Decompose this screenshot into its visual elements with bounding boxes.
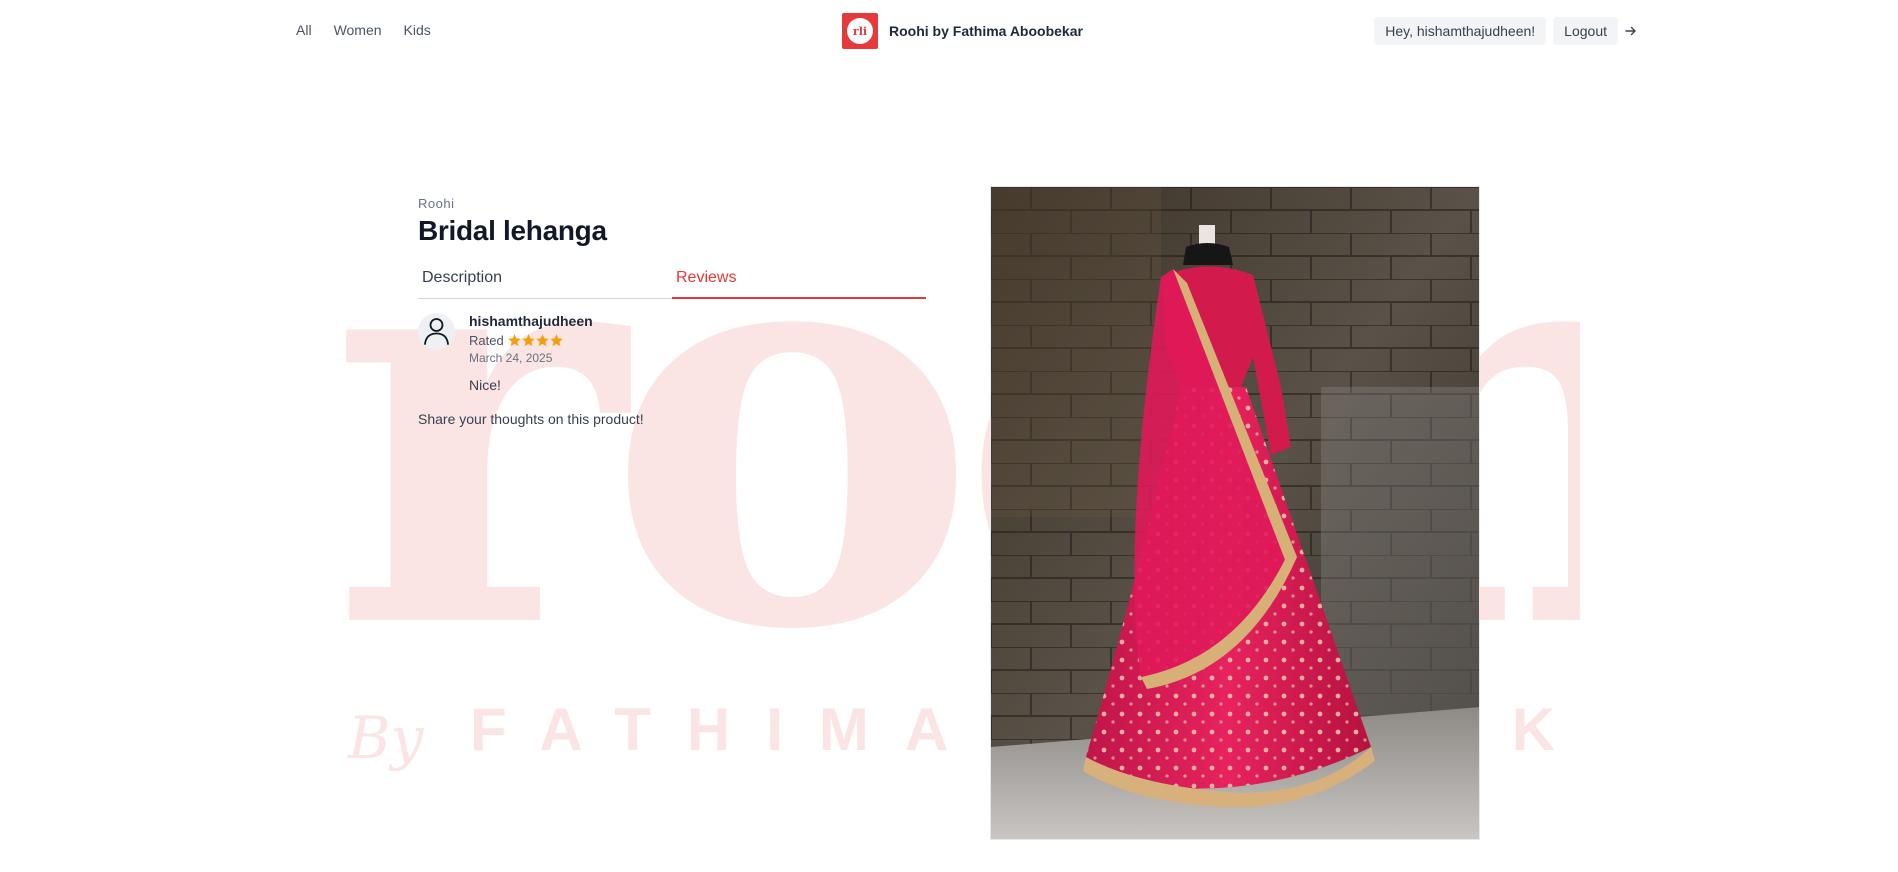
star-icon <box>521 334 535 347</box>
brand-name: Roohi by Fathima Aboobekar <box>889 23 1083 39</box>
user-greeting[interactable]: Hey, hishamthajudheen! <box>1374 17 1547 45</box>
review-author: hishamthajudheen <box>469 313 593 329</box>
brand-logo-mark: rli <box>847 18 873 44</box>
product-photo <box>991 187 1479 839</box>
product-page: roohi By FATHIMA ABOOBEKAR All Women Kid… <box>0 0 1898 872</box>
top-navigation-bar: All Women Kids rli Roohi by Fathima Aboo… <box>0 0 1898 62</box>
review-body: hishamthajudheen Rated March 24, 2025 Ni… <box>469 313 593 393</box>
star-icon <box>535 334 549 347</box>
nav-link-all[interactable]: All <box>296 22 312 38</box>
avatar <box>418 313 455 350</box>
product-tabs: Description Reviews <box>418 263 926 299</box>
product-details: Roohi Bridal lehanga Description Reviews… <box>418 196 926 427</box>
tab-description[interactable]: Description <box>418 263 672 298</box>
star-icon <box>507 334 521 347</box>
user-area: Hey, hishamthajudheen! Logout <box>1374 17 1638 45</box>
category-nav: All Women Kids <box>296 22 453 38</box>
share-thoughts-link[interactable]: Share your thoughts on this product! <box>418 411 926 427</box>
svg-text:By: By <box>347 704 425 772</box>
user-icon <box>418 313 455 350</box>
arrow-right-icon[interactable] <box>1624 24 1638 38</box>
brand-logo: rli <box>842 13 878 49</box>
logout-button[interactable]: Logout <box>1553 17 1618 45</box>
product-title: Bridal lehanga <box>418 215 607 246</box>
product-image <box>990 186 1480 840</box>
star-rating <box>507 333 563 348</box>
tab-reviews[interactable]: Reviews <box>672 263 926 299</box>
nav-link-women[interactable]: Women <box>334 22 382 38</box>
product-brand: Roohi <box>418 196 455 211</box>
nav-link-kids[interactable]: Kids <box>404 22 431 38</box>
review-date: March 24, 2025 <box>469 351 553 365</box>
rated-label: Rated <box>469 333 504 348</box>
brand-home-link[interactable]: rli Roohi by Fathima Aboobekar <box>842 13 1083 49</box>
star-icon <box>549 334 563 347</box>
review-item: hishamthajudheen Rated March 24, 2025 Ni… <box>418 313 926 393</box>
review-text: Nice! <box>469 377 501 393</box>
review-rating: Rated <box>469 333 593 348</box>
